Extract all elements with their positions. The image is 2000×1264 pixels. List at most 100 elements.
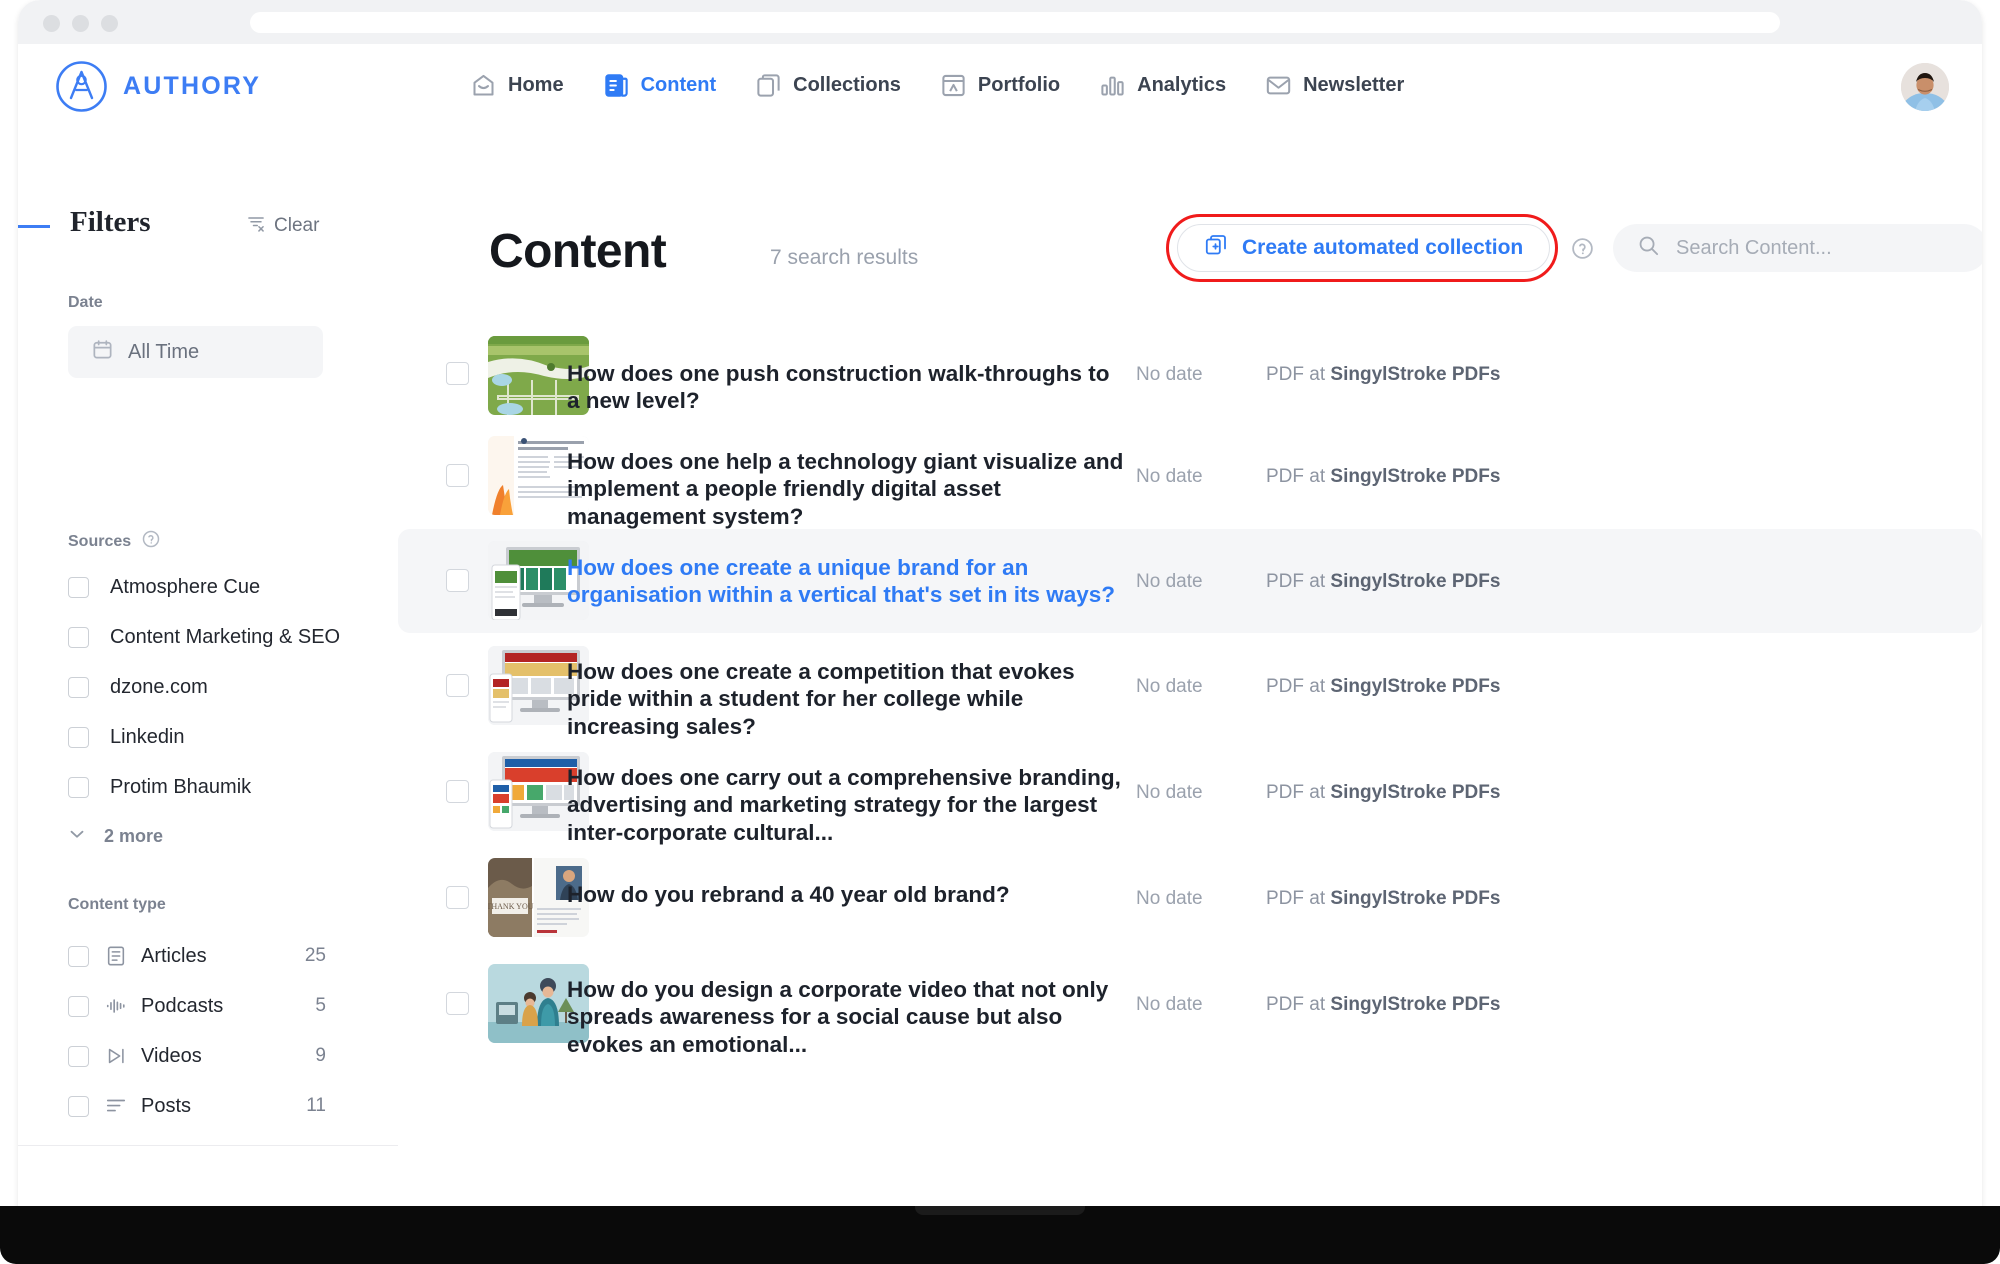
row-checkbox[interactable] xyxy=(446,362,469,385)
posts-lines-icon xyxy=(103,1095,129,1117)
source-filter-dzone-com[interactable]: dzone.com xyxy=(68,674,358,700)
nav-item-label: Analytics xyxy=(1137,73,1227,96)
brand-name: AUTHORY xyxy=(123,72,262,100)
content-type-checkbox[interactable] xyxy=(68,1146,89,1147)
list-item-wrap: How does one push construction walk-thro… xyxy=(398,326,1982,422)
home-envelope-icon xyxy=(470,72,497,99)
table-row[interactable]: How does one help a technology giant vis… xyxy=(398,422,1982,529)
source-checkbox[interactable] xyxy=(68,726,89,748)
row-source-name: SingylStroke PDFs xyxy=(1330,888,1501,909)
table-row[interactable]: How does one create a competition that e… xyxy=(398,633,1982,739)
row-date: No date xyxy=(1136,994,1203,1015)
top-navigation-bar: AUTHORY Home Content Collections Portfol… xyxy=(18,44,1982,126)
nav-item-newsletter[interactable]: Newsletter xyxy=(1265,72,1404,99)
table-row[interactable]: How does one push construction walk-thro… xyxy=(398,326,1982,422)
sidebar-scroll-region: Filters Clear Date All Time Sources Atmo… xyxy=(18,126,398,1146)
row-checkbox[interactable] xyxy=(446,886,469,909)
nav-item-collections[interactable]: Collections xyxy=(755,72,901,99)
brand-logo[interactable]: AUTHORY xyxy=(55,60,261,113)
content-type-checkbox[interactable] xyxy=(68,945,89,967)
row-source: PDF at SingylStroke PDFs xyxy=(1266,571,1500,593)
row-source-name: SingylStroke PDFs xyxy=(1330,676,1501,697)
content-list: How does one push construction walk-thro… xyxy=(398,326,1982,1057)
source-label: dzone.com xyxy=(110,675,208,698)
row-title[interactable]: How does one create a unique brand for a… xyxy=(567,554,1127,609)
close-dot[interactable] xyxy=(43,15,60,32)
row-source-name: SingylStroke PDFs xyxy=(1330,571,1501,592)
clear-filters-button[interactable]: Clear xyxy=(246,213,319,239)
analytics-bars-icon xyxy=(1099,72,1126,99)
nav-item-content[interactable]: Content xyxy=(603,72,716,99)
content-document-icon xyxy=(603,72,630,99)
table-row[interactable]: THANK YOU How do you rebrand a 40 year o… xyxy=(398,845,1982,951)
portfolio-window-icon xyxy=(940,72,967,99)
row-title[interactable]: How does one push construction walk-thro… xyxy=(567,360,1127,415)
collections-stack-icon xyxy=(755,72,782,99)
row-checkbox[interactable] xyxy=(446,464,469,487)
row-checkbox[interactable] xyxy=(446,569,469,592)
minimize-dot[interactable] xyxy=(72,15,89,32)
row-title[interactable]: How do you design a corporate video that… xyxy=(567,976,1127,1058)
list-item-wrap: How does one create a competition that e… xyxy=(398,633,1982,739)
video-play-icon xyxy=(103,1045,129,1067)
table-row[interactable]: How does one carry out a comprehensive b… xyxy=(398,739,1982,845)
nav-item-analytics[interactable]: Analytics xyxy=(1099,72,1226,99)
date-filter-select[interactable]: All Time xyxy=(68,326,323,378)
content-type-articles[interactable]: Articles 25 xyxy=(48,931,348,981)
source-filter-linkedin[interactable]: Linkedin xyxy=(68,724,358,750)
question-circle-icon[interactable] xyxy=(1570,236,1595,266)
search-input[interactable]: Search Content... xyxy=(1613,224,1982,272)
nav-item-home[interactable]: Home xyxy=(470,72,564,99)
show-more-sources-button[interactable]: 2 more xyxy=(66,823,163,850)
content-type-posts[interactable]: Posts 11 xyxy=(48,1081,348,1131)
content-type-videos[interactable]: Videos 9 xyxy=(48,1031,348,1081)
question-circle-icon[interactable] xyxy=(141,529,161,554)
source-filter-protim-bhaumik[interactable]: Protim Bhaumik xyxy=(68,774,358,800)
source-checkbox[interactable] xyxy=(68,676,89,698)
content-type-checkbox[interactable] xyxy=(68,995,89,1017)
create-automated-collection-button[interactable]: Create automated collection xyxy=(1177,224,1551,272)
row-source: PDF at SingylStroke PDFs xyxy=(1266,782,1500,804)
source-checkbox[interactable] xyxy=(68,576,89,598)
nav-item-portfolio[interactable]: Portfolio xyxy=(940,72,1060,99)
podcast-waveform-icon xyxy=(103,995,129,1017)
row-checkbox[interactable] xyxy=(446,780,469,803)
url-bar[interactable] xyxy=(250,12,1780,33)
row-date: No date xyxy=(1136,466,1203,487)
row-checkbox[interactable] xyxy=(446,992,469,1015)
maximize-dot[interactable] xyxy=(101,15,118,32)
date-section-label: Date xyxy=(68,294,103,311)
authory-app: AUTHORY Home Content Collections Portfol… xyxy=(18,44,1982,1206)
table-row[interactable]: How does one create a unique brand for a… xyxy=(398,529,1982,633)
search-placeholder: Search Content... xyxy=(1676,236,1832,259)
row-source-name: SingylStroke PDFs xyxy=(1330,364,1501,385)
source-checkbox[interactable] xyxy=(68,626,89,648)
row-checkbox[interactable] xyxy=(446,674,469,697)
content-type-count: 25 xyxy=(304,945,326,966)
list-item-wrap: THANK YOU How do you rebrand a 40 year o… xyxy=(398,845,1982,951)
filters-title: Filters xyxy=(70,206,151,238)
table-row[interactable]: How do you design a corporate video that… xyxy=(398,951,1982,1057)
source-checkbox[interactable] xyxy=(68,776,89,798)
chevron-down-icon xyxy=(66,823,88,850)
source-filter-atmosphere-cue[interactable]: Atmosphere Cue xyxy=(68,574,358,600)
content-type-label: Posts xyxy=(141,1094,192,1117)
user-avatar-photo[interactable] xyxy=(1901,63,1949,111)
source-filter-content-marketing-seo[interactable]: Content Marketing & SEO xyxy=(68,624,358,650)
content-type-checkbox[interactable] xyxy=(68,1045,89,1067)
row-title[interactable]: How do you rebrand a 40 year old brand? xyxy=(567,881,1127,908)
row-title[interactable]: How does one help a technology giant vis… xyxy=(567,448,1127,530)
filters-header: Filters Clear xyxy=(18,206,398,242)
content-type-images[interactable]: Images 1 xyxy=(48,1131,348,1146)
browser-chrome-bar xyxy=(18,0,1982,44)
content-type-checkbox[interactable] xyxy=(68,1095,89,1117)
row-title[interactable]: How does one carry out a comprehensive b… xyxy=(567,764,1127,846)
row-date: No date xyxy=(1136,782,1203,803)
content-type-podcasts[interactable]: Podcasts 5 xyxy=(48,981,348,1031)
filters-sidebar: Filters Clear Date All Time Sources Atmo… xyxy=(18,126,398,1206)
sources-section-header: Sources xyxy=(68,529,161,554)
laptop-bottom-bezel xyxy=(0,1206,2000,1264)
row-source: PDF at SingylStroke PDFs xyxy=(1266,888,1500,910)
list-item-wrap: How do you design a corporate video that… xyxy=(398,951,1982,1057)
row-title[interactable]: How does one create a competition that e… xyxy=(567,658,1127,740)
